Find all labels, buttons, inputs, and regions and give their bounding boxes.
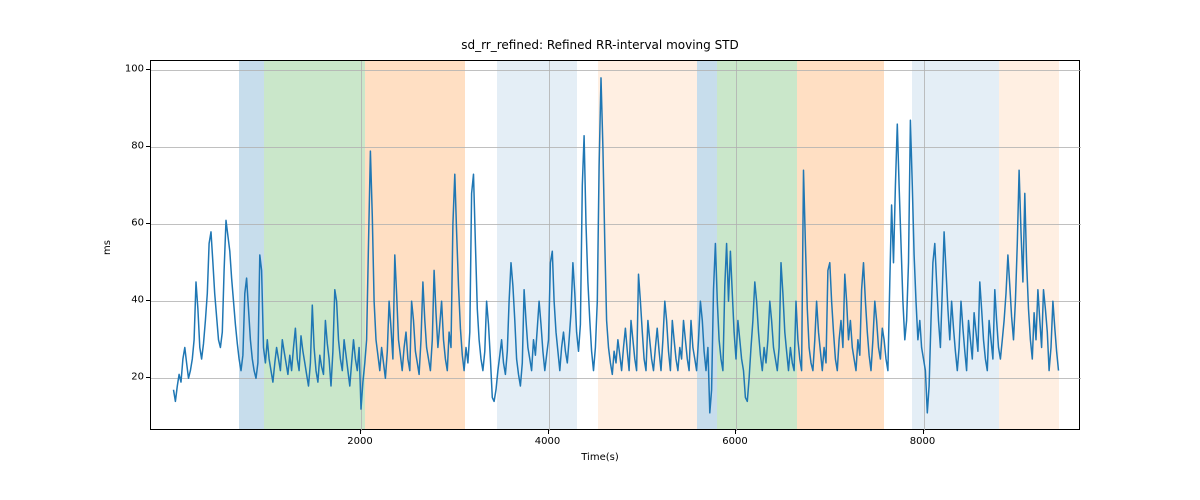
x-tick-label: 6000 — [722, 436, 747, 447]
y-tick-label: 40 — [122, 295, 144, 306]
y-tick-label: 100 — [122, 64, 144, 75]
x-tick-label: 2000 — [347, 436, 372, 447]
x-tick-label: 8000 — [910, 436, 935, 447]
x-axis-label: Time(s) — [0, 452, 1200, 463]
y-axis-label: ms — [102, 240, 113, 255]
series-line — [174, 78, 1059, 413]
figure: sd_rr_refined: Refined RR-interval movin… — [0, 0, 1200, 500]
y-tick-label: 60 — [122, 218, 144, 229]
x-tick-label: 4000 — [535, 436, 560, 447]
y-tick-label: 20 — [122, 372, 144, 383]
y-tick-label: 80 — [122, 141, 144, 152]
chart-title: sd_rr_refined: Refined RR-interval movin… — [0, 38, 1200, 52]
chart-axes — [150, 60, 1080, 430]
data-line — [151, 61, 1081, 431]
